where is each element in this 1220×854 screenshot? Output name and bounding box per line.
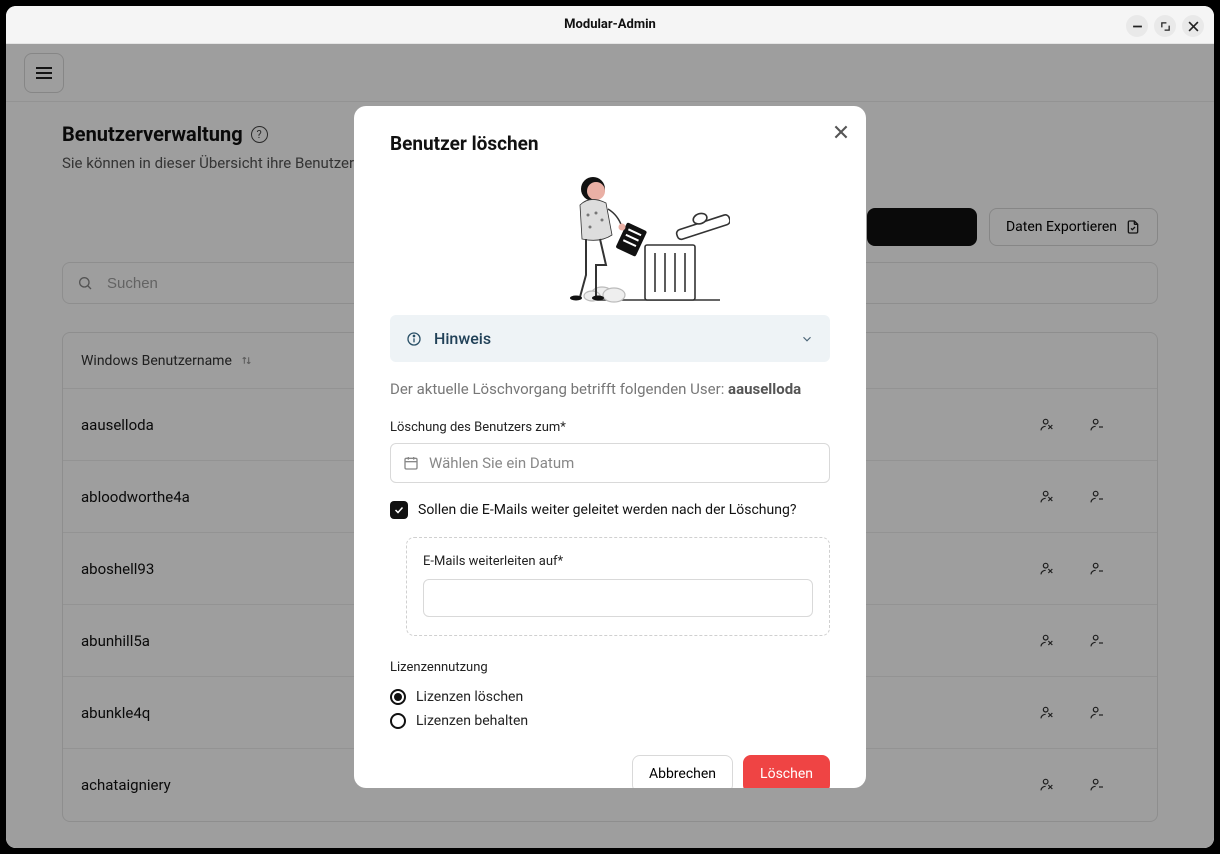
license-heading: Lizenzennutzung [390, 660, 830, 675]
check-icon [393, 504, 405, 516]
forward-target-label: E-Mails weiterleiten auf* [423, 554, 813, 569]
delete-date-label: Löschung des Benutzers zum* [390, 420, 830, 435]
window-titlebar: Modular-Admin [6, 6, 1214, 44]
delete-user-modal: Benutzer löschen [354, 106, 866, 788]
chevron-down-icon [800, 332, 814, 346]
info-icon [406, 331, 422, 347]
calendar-icon [403, 455, 419, 471]
radio-checked-icon [390, 689, 406, 705]
close-icon [834, 125, 848, 139]
license-keep-label: Lizenzen behalten [416, 713, 528, 729]
modal-title: Benutzer löschen [390, 132, 830, 155]
window-title: Modular-Admin [564, 17, 656, 32]
window-maximize-button[interactable] [1154, 15, 1176, 37]
delete-illustration [390, 165, 830, 305]
modal-overlay: Benutzer löschen [6, 44, 1214, 848]
license-delete-option[interactable]: Lizenzen löschen [390, 689, 830, 705]
window-minimize-button[interactable] [1126, 15, 1148, 37]
hint-accordion[interactable]: Hinweis [390, 315, 830, 362]
modal-close-button[interactable] [834, 124, 848, 143]
target-user-name: aauselloda [728, 380, 801, 398]
hint-label: Hinweis [434, 329, 491, 348]
license-delete-label: Lizenzen löschen [416, 689, 523, 705]
radio-unchecked-icon [390, 713, 406, 729]
modal-description: Der aktuelle Löschvorgang betrifft folge… [390, 380, 830, 398]
license-keep-option[interactable]: Lizenzen behalten [390, 713, 830, 729]
forward-email-label: Sollen die E-Mails weiter geleitet werde… [418, 502, 796, 518]
date-placeholder: Wählen Sie ein Datum [429, 454, 574, 472]
window-close-button[interactable] [1182, 15, 1204, 37]
forward-email-checkbox[interactable] [390, 501, 408, 519]
delete-date-input[interactable]: Wählen Sie ein Datum [390, 443, 830, 483]
forward-target-group: E-Mails weiterleiten auf* [406, 537, 830, 636]
confirm-delete-button[interactable]: Löschen [743, 755, 830, 788]
cancel-button[interactable]: Abbrechen [632, 755, 733, 788]
forward-target-input[interactable] [423, 579, 813, 617]
